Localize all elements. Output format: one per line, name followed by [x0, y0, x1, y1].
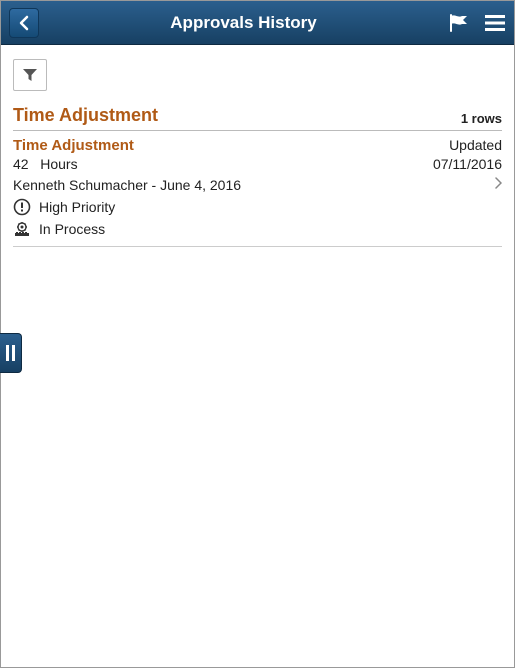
back-button[interactable]	[9, 8, 39, 38]
quantity-unit: Hours	[40, 156, 77, 172]
item-row-title: Time Adjustment Updated	[13, 137, 502, 154]
app-frame: Approvals History	[0, 0, 515, 668]
menu-button[interactable]	[484, 14, 506, 32]
flag-button[interactable]	[448, 13, 470, 33]
toolbar	[13, 55, 502, 101]
header-left	[9, 8, 39, 38]
chevron-left-icon	[18, 15, 30, 31]
gear-icon	[13, 220, 31, 238]
expand-panel-tab[interactable]	[0, 333, 22, 373]
item-state-row: In Process	[13, 220, 502, 238]
list-item[interactable]: Time Adjustment Updated 42 Hours 07/11/2…	[13, 131, 502, 247]
item-submitter: Kenneth Schumacher - June 4, 2016	[13, 177, 241, 193]
content-area: Time Adjustment 1 rows Time Adjustment U…	[1, 45, 514, 247]
flag-icon	[448, 13, 470, 33]
priority-label: High Priority	[39, 199, 115, 215]
state-label: In Process	[39, 221, 105, 237]
hamburger-icon	[484, 14, 506, 32]
quantity-value: 42	[13, 156, 29, 172]
item-priority-row: High Priority	[13, 198, 502, 216]
rows-count: 1 rows	[461, 111, 502, 126]
section-title: Time Adjustment	[13, 105, 158, 126]
item-status-date: 07/11/2016	[433, 156, 502, 172]
filter-button[interactable]	[13, 59, 47, 91]
item-row-qty: 42 Hours 07/11/2016	[13, 156, 502, 172]
item-title: Time Adjustment	[13, 137, 134, 154]
filter-icon	[22, 68, 38, 82]
item-quantity: 42 Hours	[13, 156, 78, 172]
item-status: Updated	[449, 137, 502, 154]
pause-icon	[6, 345, 15, 361]
alert-icon	[13, 198, 31, 216]
header-right	[448, 13, 506, 33]
section-header: Time Adjustment 1 rows	[13, 101, 502, 131]
item-row-sub: Kenneth Schumacher - June 4, 2016	[13, 176, 502, 194]
app-header: Approvals History	[1, 1, 514, 45]
page-title: Approvals History	[39, 13, 448, 33]
chevron-right-icon	[494, 176, 502, 194]
